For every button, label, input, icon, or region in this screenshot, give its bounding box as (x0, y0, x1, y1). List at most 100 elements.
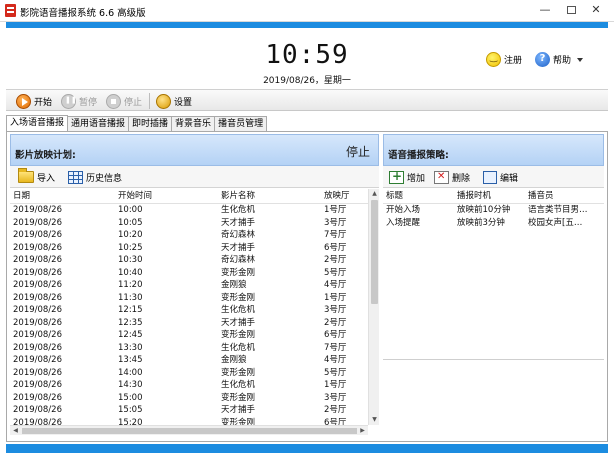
schedule-vscroll-thumb[interactable] (371, 200, 378, 304)
app-icon (5, 4, 16, 17)
add-label: 增加 (407, 173, 426, 184)
cell-announcer: 校园女声[五… (528, 217, 583, 228)
cell-start-time: 12:35 (118, 317, 143, 328)
table-row[interactable]: 2019/08/26 10:40 变形金刚 5号厅 (10, 267, 368, 280)
start-button[interactable]: 开始 (16, 92, 52, 110)
table-row[interactable]: 2019/08/26 10:05 天才捕手 3号厅 (10, 217, 368, 230)
cell-date: 2019/08/26 (13, 367, 62, 378)
add-strategy-button[interactable]: 增加 (389, 169, 425, 185)
tab-background-music[interactable]: 背景音乐 (171, 116, 216, 131)
maximize-button[interactable] (558, 0, 584, 20)
settings-label: 设置 (174, 97, 193, 108)
table-row[interactable]: 2019/08/26 11:30 变形金刚 1号厅 (10, 292, 368, 305)
cell-hall: 1号厅 (324, 292, 347, 303)
cell-start-time: 10:30 (118, 255, 143, 265)
start-label: 开始 (34, 97, 53, 108)
table-row[interactable]: 2019/08/26 12:35 天才捕手 2号厅 (10, 317, 368, 330)
col-timing[interactable]: 播报时机 (457, 190, 491, 203)
col-start-time[interactable]: 开始时间 (118, 190, 152, 203)
cell-start-time: 10:40 (118, 267, 143, 278)
tab-instant-insert[interactable]: 即时插播 (128, 116, 173, 131)
cell-start-time: 12:15 (118, 305, 143, 315)
scroll-left-icon[interactable]: ◀ (10, 426, 21, 436)
history-button[interactable]: 历史信息 (68, 169, 122, 185)
cell-hall: 7号厅 (324, 342, 347, 353)
tab-general-announce[interactable]: 通用语音播报 (67, 116, 130, 131)
cell-timing: 放映前3分钟 (457, 217, 505, 228)
cell-film-name: 生化危机 (221, 205, 256, 215)
register-button[interactable]: 注册 (486, 52, 522, 67)
cell-start-time: 15:00 (118, 392, 143, 403)
settings-button[interactable]: 设置 (156, 92, 192, 110)
cell-start-time: 10:25 (118, 242, 143, 253)
pause-button[interactable]: 暂停 (61, 92, 97, 110)
cell-film-name: 生化危机 (221, 380, 256, 390)
table-row[interactable]: 2019/08/26 10:00 生化危机 1号厅 (10, 204, 368, 217)
table-row[interactable]: 2019/08/26 14:30 生化危机 1号厅 (10, 379, 368, 392)
table-row[interactable]: 2019/08/26 12:45 变形金刚 6号厅 (10, 329, 368, 342)
import-button[interactable]: 导入 (18, 168, 55, 185)
cell-film-name: 生化危机 (221, 342, 256, 353)
scroll-right-icon[interactable]: ▶ (357, 426, 368, 436)
cell-hall: 6号厅 (324, 417, 347, 426)
cell-hall: 5号厅 (324, 367, 347, 378)
help-button[interactable]: ? 帮助 (535, 52, 571, 67)
cell-date: 2019/08/26 (13, 267, 62, 278)
col-announcer[interactable]: 播音员 (528, 190, 554, 203)
help-icon: ? (535, 52, 550, 67)
table-row[interactable]: 2019/08/26 12:15 生化危机 3号厅 (10, 304, 368, 317)
schedule-hscroll-thumb[interactable] (22, 428, 357, 434)
cell-date: 2019/08/26 (13, 292, 62, 303)
table-row[interactable]: 2019/08/26 15:05 天才捕手 2号厅 (10, 404, 368, 417)
minimize-button[interactable]: — (532, 0, 558, 20)
cell-film-name: 变形金刚 (221, 330, 256, 340)
table-row[interactable]: 2019/08/26 10:30 奇幻森林 2号厅 (10, 254, 368, 267)
table-row[interactable]: 2019/08/26 10:25 天才捕手 6号厅 (10, 242, 368, 255)
cell-date: 2019/08/26 (13, 342, 62, 353)
cell-start-time: 10:20 (118, 230, 143, 240)
table-row[interactable]: 2019/08/26 13:30 生化危机 7号厅 (10, 342, 368, 355)
schedule-vscrollbar[interactable]: ▲ ▼ (368, 189, 379, 425)
table-row[interactable]: 2019/08/26 15:00 变形金刚 3号厅 (10, 392, 368, 405)
schedule-title: 影片放映计划: (15, 150, 76, 161)
col-title[interactable]: 标题 (386, 190, 403, 203)
delete-strategy-button[interactable]: 删除 (434, 169, 470, 185)
help-label: 帮助 (553, 56, 572, 66)
strategy-panel-header: 语音播报策略: (383, 134, 604, 166)
table-row[interactable]: 入场提醒 放映前3分钟 校园女声[五… (383, 217, 604, 230)
tab-entry-announce[interactable]: 入场语音播报 (6, 115, 69, 131)
schedule-hscrollbar[interactable]: ◀ ▶ (10, 425, 368, 435)
schedule-stop-button[interactable]: 停止 (346, 143, 370, 160)
table-row[interactable]: 2019/08/26 11:20 金刚狼 4号厅 (10, 279, 368, 292)
col-date[interactable]: 日期 (13, 190, 30, 203)
cell-hall: 3号厅 (324, 392, 347, 403)
edit-strategy-button[interactable]: 编辑 (483, 169, 518, 185)
table-row[interactable]: 2019/08/26 14:00 变形金刚 5号厅 (10, 367, 368, 380)
strategy-table: 标题 播报时机 播音员 开始入场 放映前10分钟 语言类节目男… 入场提醒 放映前3分钟… (383, 189, 604, 359)
close-button[interactable]: ✕ (582, 0, 610, 20)
cell-film-name: 变形金刚 (221, 292, 256, 303)
cell-date: 2019/08/26 (13, 330, 62, 340)
cell-announcer: 语言类节目男… (528, 205, 588, 215)
scroll-up-icon[interactable]: ▲ (369, 189, 380, 199)
col-hall[interactable]: 放映厅 (324, 190, 350, 203)
cell-film-name: 金刚狼 (221, 280, 247, 290)
cell-hall: 1号厅 (324, 205, 347, 215)
cell-hall: 5号厅 (324, 267, 347, 278)
tab-announcer-manage[interactable]: 播音员管理 (214, 116, 268, 131)
table-row[interactable]: 2019/08/26 13:45 金刚狼 4号厅 (10, 354, 368, 367)
cell-film-name: 生化危机 (221, 305, 256, 315)
scroll-down-icon[interactable]: ▼ (369, 415, 380, 425)
table-row[interactable]: 开始入场 放映前10分钟 语言类节目男… (383, 204, 604, 217)
folder-icon (18, 168, 34, 183)
col-film-name[interactable]: 影片名称 (221, 190, 255, 203)
stop-button[interactable]: 停止 (106, 92, 142, 110)
chevron-down-icon[interactable] (577, 58, 583, 62)
cell-date: 2019/08/26 (13, 255, 62, 265)
table-row[interactable]: 2019/08/26 10:20 奇幻森林 7号厅 (10, 229, 368, 242)
cell-date: 2019/08/26 (13, 355, 62, 365)
cell-start-time: 11:20 (118, 280, 143, 290)
tab-strip: 入场语音播报 通用语音播报 即时插播 背景音乐 播音员管理 (6, 115, 268, 131)
table-row[interactable]: 2019/08/26 15:20 变形金刚 6号厅 (10, 417, 368, 426)
smiley-icon (486, 52, 501, 67)
